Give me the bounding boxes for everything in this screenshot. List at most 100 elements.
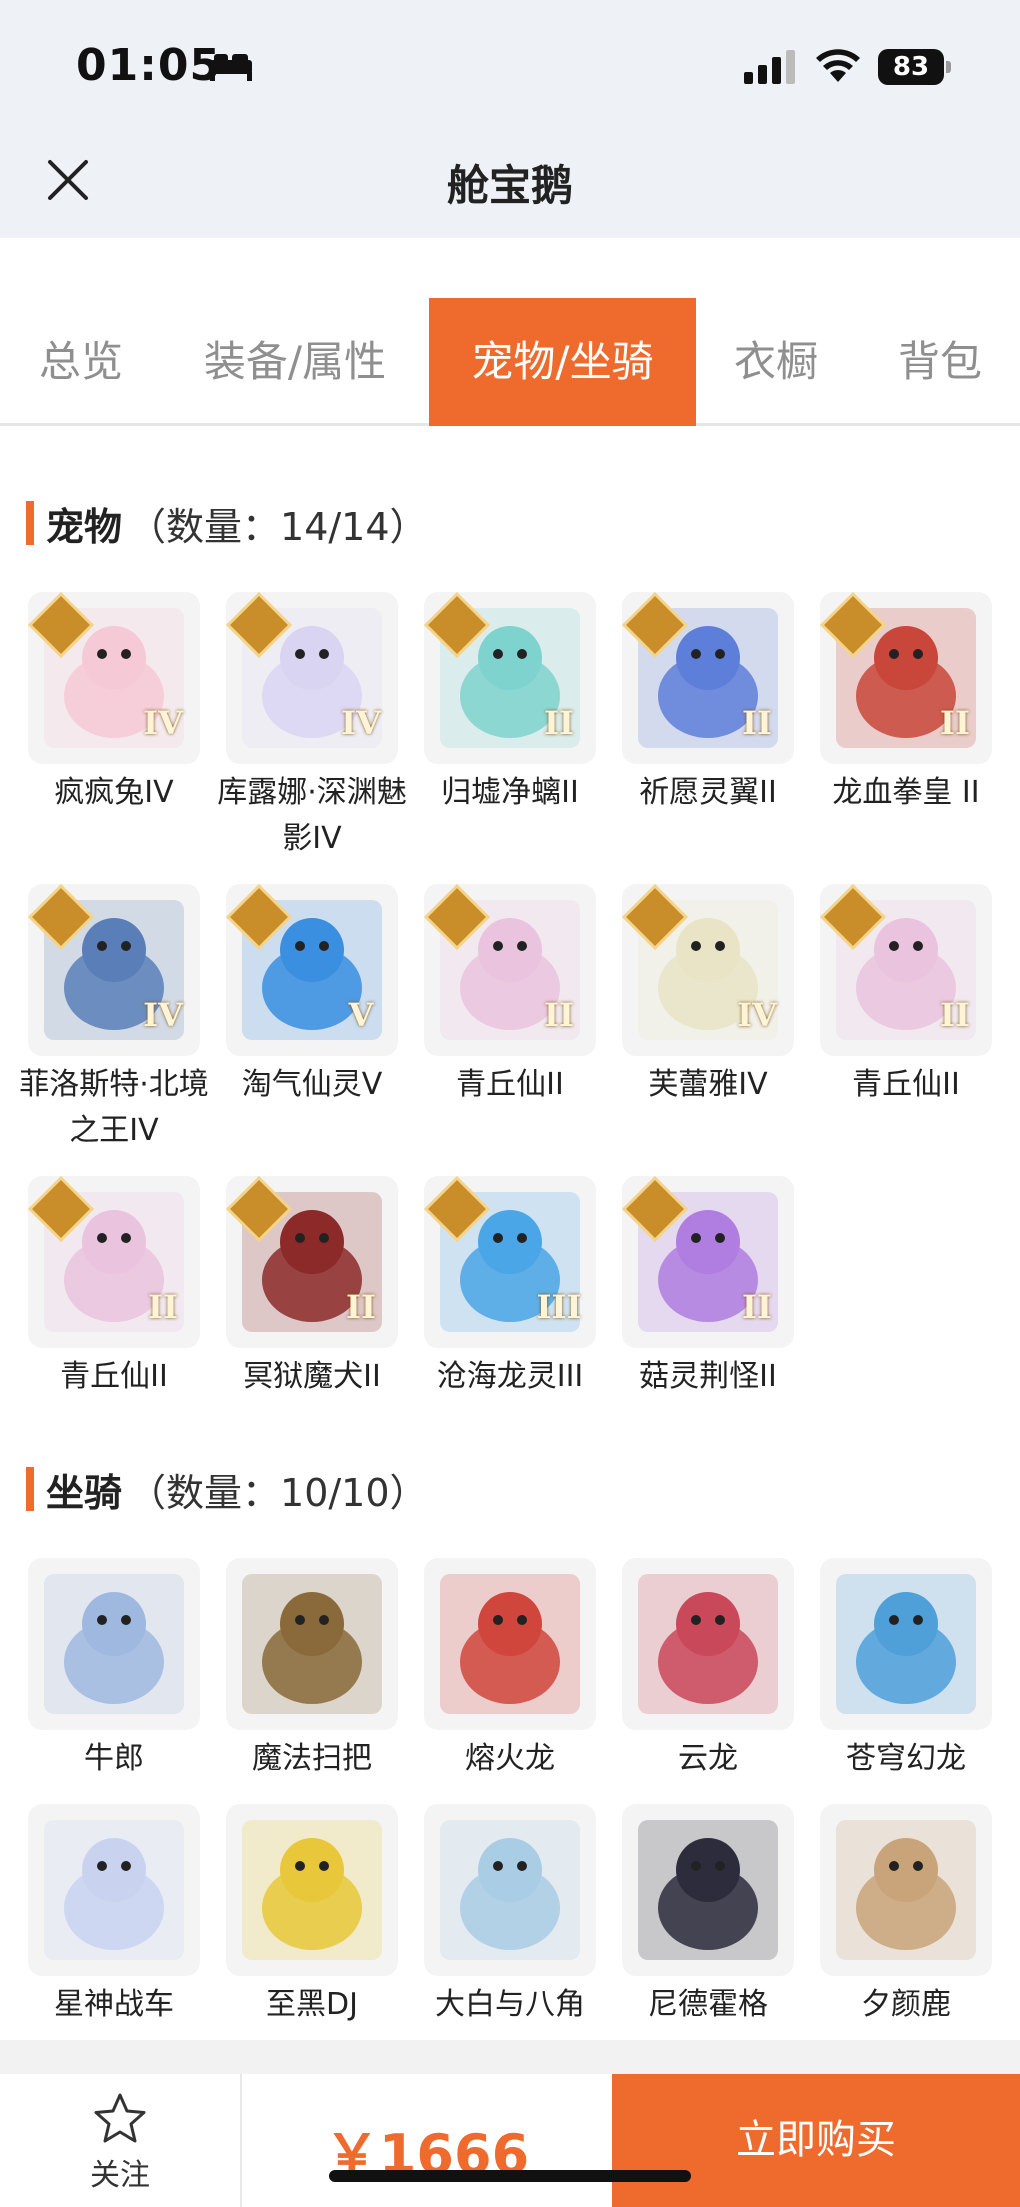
rank-badge-icon bbox=[226, 884, 292, 950]
pets-section-header: 宠物 （数量：14/14） bbox=[26, 498, 428, 549]
thumbnail-frame: V bbox=[226, 884, 398, 1056]
rank-label: II bbox=[544, 996, 574, 1034]
pet-card[interactable]: V 淘气仙灵V bbox=[226, 884, 398, 1108]
thumbnail-frame bbox=[28, 1804, 200, 1976]
rank-label: II bbox=[544, 704, 574, 742]
rank-badge-icon bbox=[622, 1176, 688, 1242]
mount-name: 熔火龙 bbox=[465, 1741, 555, 1776]
pet-card[interactable]: II 青丘仙II bbox=[424, 884, 596, 1108]
pet-name: 青丘仙II bbox=[852, 1067, 960, 1102]
mount-card[interactable]: 尼德霍格 bbox=[622, 1804, 794, 2028]
mount-card[interactable]: 至黑DJ bbox=[226, 1804, 398, 2028]
mount-card[interactable]: 苍穹幻龙 bbox=[820, 1558, 992, 1782]
rank-label: II bbox=[940, 996, 970, 1034]
pet-card[interactable]: II 青丘仙II bbox=[28, 1176, 200, 1400]
pets-section-title: 宠物 bbox=[46, 504, 123, 549]
mount-card[interactable]: 牛郎 bbox=[28, 1558, 200, 1782]
star-chariot-mount-icon bbox=[44, 1820, 184, 1960]
thumbnail-frame: II bbox=[424, 592, 596, 764]
thumbnail-frame: IV bbox=[28, 884, 200, 1056]
bed-icon bbox=[210, 54, 252, 81]
mount-name: 大白与八角 bbox=[435, 1987, 585, 2022]
tab-pets-mounts[interactable]: 宠物/坐骑 bbox=[429, 298, 696, 426]
pet-card[interactable]: II 归墟净螭II bbox=[424, 592, 596, 816]
pet-card[interactable]: II 祈愿灵翼II bbox=[622, 592, 794, 816]
thumbnail-frame bbox=[622, 1804, 794, 1976]
rank-badge-icon bbox=[424, 1176, 490, 1242]
pet-card[interactable]: II 菇灵荆怪II bbox=[622, 1176, 794, 1400]
thumbnail-frame: II bbox=[424, 884, 596, 1056]
rank-badge-icon bbox=[622, 592, 688, 658]
deer-mount-icon bbox=[836, 1820, 976, 1960]
lava-dragon-mount-icon bbox=[440, 1574, 580, 1714]
mount-name: 云龙 bbox=[678, 1741, 738, 1776]
section-accent-bar bbox=[26, 501, 34, 545]
thumbnail-frame: IV bbox=[28, 592, 200, 764]
follow-button[interactable]: 关注 bbox=[0, 2074, 242, 2207]
tab-backpack[interactable]: 背包 bbox=[870, 298, 1010, 426]
buy-now-button[interactable]: 立即购买 bbox=[612, 2074, 1020, 2207]
thumbnail-frame bbox=[622, 1558, 794, 1730]
mount-card[interactable]: 大白与八角 bbox=[424, 1804, 596, 2028]
rank-label: IV bbox=[341, 704, 381, 742]
rank-label: II bbox=[148, 1288, 178, 1326]
bottom-bar: 关注 ￥1666 立即购买 bbox=[0, 2074, 1020, 2207]
mounts-section-header: 坐骑 （数量：10/10） bbox=[26, 1464, 428, 1515]
pet-name: 库露娜·深渊魅影IV bbox=[217, 775, 407, 856]
mount-card[interactable]: 魔法扫把 bbox=[226, 1558, 398, 1782]
pet-name: 疯疯兔IV bbox=[54, 775, 174, 810]
thumbnail-frame: II bbox=[226, 1176, 398, 1348]
thumbnail-frame bbox=[820, 1804, 992, 1976]
pet-name: 沧海龙灵III bbox=[436, 1359, 584, 1394]
thumbnail-frame: II bbox=[820, 592, 992, 764]
tab-equipment[interactable]: 装备/属性 bbox=[176, 298, 414, 426]
pet-card[interactable]: III 沧海龙灵III bbox=[424, 1176, 596, 1400]
pet-name: 冥狱魔犬II bbox=[243, 1359, 381, 1394]
thumbnail-frame bbox=[820, 1558, 992, 1730]
rank-badge-icon bbox=[622, 884, 688, 950]
thumbnail-frame bbox=[226, 1558, 398, 1730]
pet-card[interactable]: IV 库露娜·深渊魅影IV bbox=[217, 592, 407, 862]
mount-card[interactable]: 夕颜鹿 bbox=[820, 1804, 992, 2028]
pet-card[interactable]: IV 芙蕾雅IV bbox=[622, 884, 794, 1108]
battery-indicator: 83 bbox=[878, 49, 951, 85]
status-time: 01:05 bbox=[76, 40, 222, 91]
section-accent-bar bbox=[26, 1467, 34, 1511]
pet-card[interactable]: II 龙血拳皇 II bbox=[820, 592, 992, 816]
pet-name: 龙血拳皇 II bbox=[832, 775, 980, 810]
rank-badge-icon bbox=[424, 592, 490, 658]
pet-name: 芙蕾雅IV bbox=[648, 1067, 768, 1102]
home-indicator bbox=[329, 2170, 691, 2182]
mount-name: 夕颜鹿 bbox=[861, 1987, 951, 2022]
mount-name: 星神战车 bbox=[54, 1987, 174, 2022]
thumbnail-frame: II bbox=[820, 884, 992, 1056]
mount-card[interactable]: 云龙 bbox=[622, 1558, 794, 1782]
ox-mount-icon bbox=[44, 1574, 184, 1714]
mounts-section-count: （数量：10/10） bbox=[128, 1470, 428, 1515]
rank-badge-icon bbox=[226, 592, 292, 658]
pet-card[interactable]: IV 疯疯兔IV bbox=[28, 592, 200, 816]
pets-section-count: （数量：14/14） bbox=[128, 504, 428, 549]
pet-card[interactable]: IV 菲洛斯特·北境之王IV bbox=[19, 884, 209, 1154]
battery-level: 83 bbox=[878, 49, 944, 85]
thumbnail-frame: IV bbox=[226, 592, 398, 764]
mount-name: 牛郎 bbox=[84, 1741, 144, 1776]
rank-label: II bbox=[742, 1288, 772, 1326]
mounts-section-title: 坐骑 bbox=[46, 1470, 123, 1515]
pet-card[interactable]: II 青丘仙II bbox=[820, 884, 992, 1108]
rank-label: II bbox=[742, 704, 772, 742]
mount-card[interactable]: 熔火龙 bbox=[424, 1558, 596, 1782]
tab-wardrobe[interactable]: 衣橱 bbox=[706, 298, 846, 426]
star-icon bbox=[94, 2093, 146, 2143]
rank-label: III bbox=[536, 1288, 582, 1326]
tab-overview[interactable]: 总览 bbox=[0, 298, 162, 426]
mount-card[interactable]: 星神战车 bbox=[28, 1804, 200, 2028]
thumbnail-frame bbox=[424, 1558, 596, 1730]
pet-card[interactable]: II 冥狱魔犬II bbox=[226, 1176, 398, 1400]
thumbnail-frame: IV bbox=[622, 884, 794, 1056]
rank-badge-icon bbox=[28, 1176, 94, 1242]
rank-badge-icon bbox=[226, 1176, 292, 1242]
page-title: 舱宝鹅 bbox=[446, 161, 573, 210]
mount-name: 苍穹幻龙 bbox=[846, 1741, 966, 1776]
thumbnail-frame bbox=[28, 1558, 200, 1730]
